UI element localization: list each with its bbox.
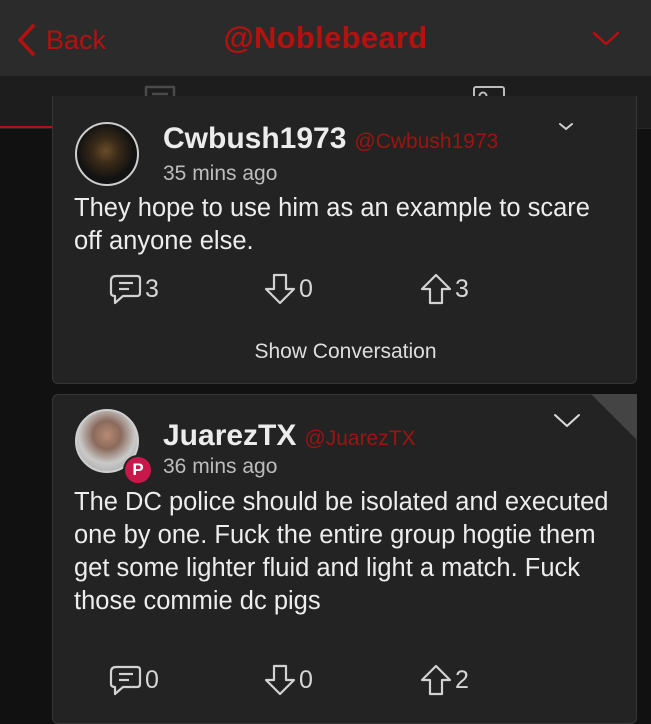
post-card[interactable]: P JuarezTX @JuarezTX 36 mins ago The DC … [52, 394, 637, 724]
post-actions: 3 0 3 [53, 272, 638, 312]
comment-icon [109, 665, 142, 696]
post-text: The DC police should be isolated and exe… [74, 488, 609, 615]
post-text: They hope to use him as an example to sc… [74, 194, 590, 255]
chevron-down-icon[interactable] [553, 413, 581, 429]
post-author[interactable]: Cwbush1973 @Cwbush1973 [163, 122, 498, 156]
display-name[interactable]: Cwbush1973 [163, 122, 346, 156]
avatar[interactable] [75, 122, 139, 186]
user-handle[interactable]: @Cwbush1973 [354, 130, 498, 154]
comment-icon [109, 274, 142, 305]
arrow-down-icon [264, 664, 296, 696]
page-title: @Noblebeard [223, 20, 428, 55]
downvote-button[interactable]: 0 [263, 663, 313, 697]
display-name[interactable]: JuarezTX [163, 419, 296, 453]
downvote-count: 0 [299, 274, 313, 303]
post-timestamp: 35 mins ago [163, 162, 278, 185]
downvote-button[interactable]: 0 [263, 272, 313, 306]
downvote-count: 0 [299, 665, 313, 694]
post-author[interactable]: JuarezTX @JuarezTX [163, 419, 416, 453]
post-card[interactable]: Cwbush1973 @Cwbush1973 35 mins ago They … [52, 96, 637, 384]
reply-count: 0 [145, 665, 159, 694]
chevron-down-icon[interactable] [592, 31, 620, 47]
top-bar: Back @Noblebeard [0, 0, 651, 76]
arrow-up-icon [420, 273, 452, 305]
user-handle[interactable]: @JuarezTX [304, 427, 415, 451]
upvote-count: 3 [455, 274, 469, 303]
arrow-down-icon [264, 273, 296, 305]
show-conversation-link[interactable]: Show Conversation [53, 340, 638, 364]
reply-button[interactable]: 0 [107, 663, 159, 697]
upvote-button[interactable]: 2 [419, 663, 469, 697]
arrow-up-icon [420, 664, 452, 696]
upvote-count: 2 [455, 665, 469, 694]
upvote-button[interactable]: 3 [419, 272, 469, 306]
reply-button[interactable]: 3 [107, 272, 159, 306]
card-corner-fold [591, 394, 637, 440]
chevron-down-icon[interactable] [558, 122, 574, 132]
post-actions: 0 0 2 [53, 663, 638, 703]
reply-count: 3 [145, 274, 159, 303]
parler-badge-icon: P [123, 455, 153, 485]
post-timestamp: 36 mins ago [163, 455, 278, 478]
